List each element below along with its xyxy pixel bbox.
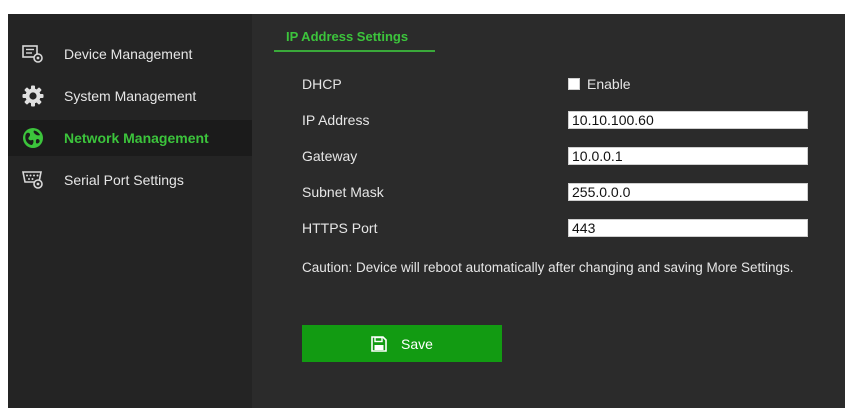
sidebar-item-label: Network Management bbox=[64, 130, 209, 146]
save-button[interactable]: Save bbox=[302, 325, 502, 362]
https-port-input[interactable] bbox=[568, 219, 808, 237]
ip-address-input[interactable] bbox=[568, 111, 808, 129]
sidebar-item-serial-port-settings[interactable]: Serial Port Settings bbox=[8, 162, 252, 198]
subnet-mask-input[interactable] bbox=[568, 183, 808, 201]
main-content: IP Address Settings DHCP Enable IP Addre… bbox=[252, 14, 845, 408]
caution-text: Caution: Device will reboot automaticall… bbox=[302, 260, 794, 275]
device-management-icon bbox=[22, 44, 44, 64]
sidebar-item-label: System Management bbox=[64, 88, 197, 104]
sidebar-item-network-management[interactable]: Network Management bbox=[8, 120, 252, 156]
sidebar-item-label: Serial Port Settings bbox=[64, 172, 184, 188]
subnet-mask-label: Subnet Mask bbox=[302, 184, 384, 200]
floppy-disk-icon bbox=[371, 335, 387, 352]
dhcp-enable-control[interactable]: Enable bbox=[568, 76, 631, 92]
gear-icon bbox=[22, 85, 44, 107]
dhcp-enable-label: Enable bbox=[587, 76, 631, 92]
app-frame: Device Management System Management Netw… bbox=[8, 14, 845, 408]
gateway-input[interactable] bbox=[568, 147, 808, 165]
tab-ip-address-settings[interactable]: IP Address Settings bbox=[274, 24, 435, 52]
sidebar-item-system-management[interactable]: System Management bbox=[8, 78, 252, 114]
dhcp-enable-checkbox[interactable] bbox=[568, 78, 580, 90]
sidebar-item-device-management[interactable]: Device Management bbox=[8, 36, 252, 72]
https-port-label: HTTPS Port bbox=[302, 220, 378, 236]
sidebar-item-label: Device Management bbox=[64, 46, 193, 62]
dhcp-label: DHCP bbox=[302, 76, 342, 92]
gateway-label: Gateway bbox=[302, 148, 358, 164]
globe-icon bbox=[22, 128, 44, 148]
save-button-label: Save bbox=[401, 335, 433, 352]
sidebar: Device Management System Management Netw… bbox=[8, 14, 252, 408]
ip-address-label: IP Address bbox=[302, 112, 370, 128]
serial-port-icon bbox=[22, 170, 44, 190]
